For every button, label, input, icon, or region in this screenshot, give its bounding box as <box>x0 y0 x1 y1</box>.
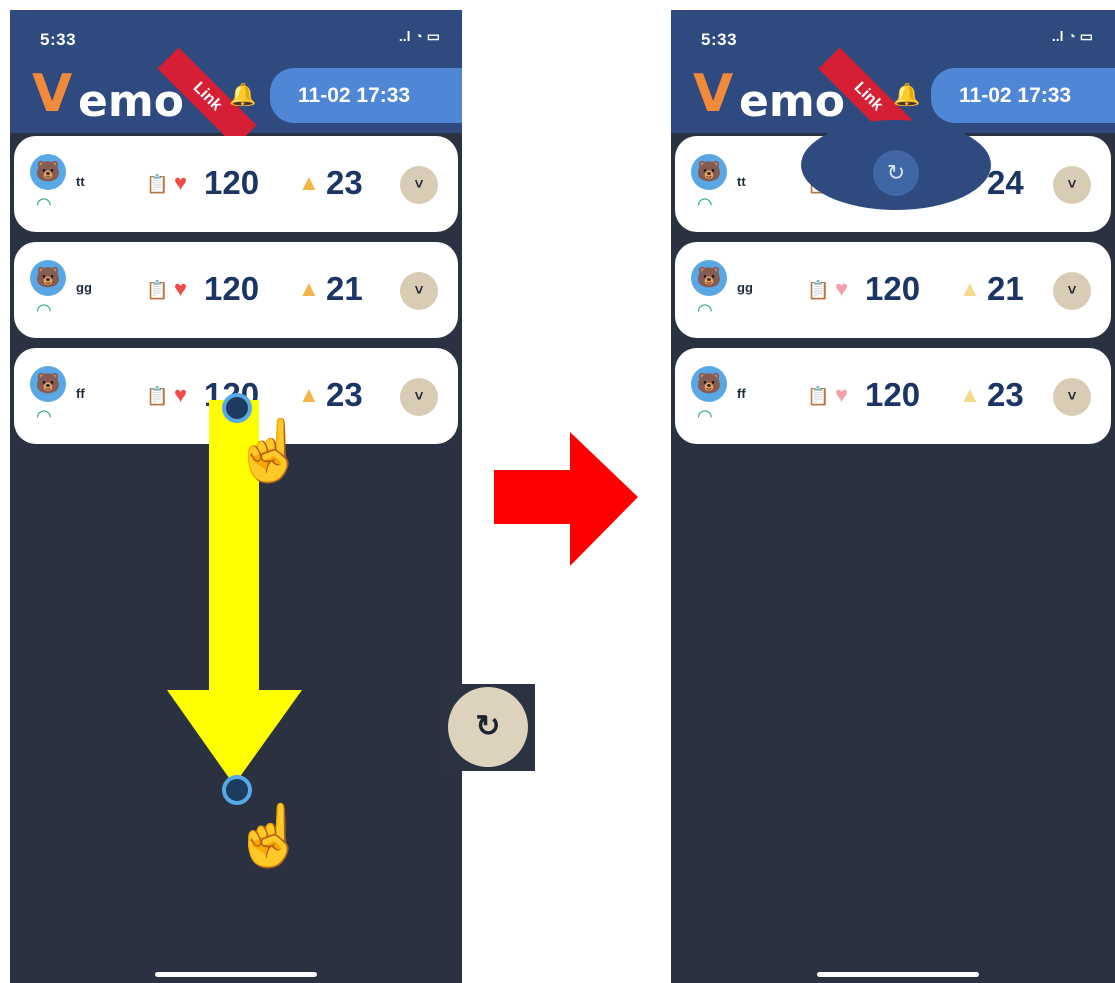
wifi-icon: ◠ <box>36 194 52 214</box>
phone-before-refresh: 5:33 ..l ◔ ▭ V emo Link 🔔 11-02 17:33 🐻 … <box>10 10 462 983</box>
patient-card[interactable]: 🐻 ◠ gg 📋 ♥ 120 ▲ 21 ˅ <box>14 242 458 338</box>
status-bar: 5:33 ..l ◔ ▭ <box>671 10 1115 58</box>
heart-rate-value: 120 <box>204 164 260 201</box>
bear-avatar-icon: 🐻 <box>30 154 66 190</box>
app-header: V emo Link 🔔 11-02 17:33 <box>10 47 462 147</box>
refresh-tile: ↻ <box>446 684 535 771</box>
heart-rate-value: 120 <box>865 376 921 413</box>
heart-rate-value: 120 <box>865 270 921 307</box>
lungs-icon: ▲ <box>959 276 981 301</box>
bear-avatar-icon: 🐻 <box>691 366 727 402</box>
expand-chevron-button[interactable]: ˅ <box>400 378 438 416</box>
heart-icon: ♥ <box>174 170 188 195</box>
status-time: 5:33 <box>40 30 77 49</box>
lungs-icon: ▲ <box>959 382 981 407</box>
resp-rate-value: 21 <box>326 270 363 307</box>
expand-chevron-button[interactable]: ˅ <box>1053 272 1091 310</box>
heart-icon: ♥ <box>174 276 188 301</box>
wifi-icon: ◠ <box>36 300 52 320</box>
wifi-icon: ◠ <box>697 194 713 214</box>
resp-rate-value: 23 <box>987 376 1024 413</box>
patient-card[interactable]: 🐻 ◠ ff 📋 ♥ 120 ▲ 23 ˅ <box>675 348 1111 444</box>
patient-name: gg <box>737 280 753 295</box>
bear-avatar-icon: 🐻 <box>30 366 66 402</box>
home-indicator <box>155 972 317 977</box>
expand-chevron-button[interactable]: ˅ <box>1053 378 1091 416</box>
status-bar: 5:33 ..l ◔ ▭ <box>10 10 462 58</box>
patient-card[interactable]: 🐻 ◠ gg 📋 ♥ 120 ▲ 21 ˅ <box>675 242 1111 338</box>
resp-rate-value: 23 <box>326 376 363 413</box>
clipboard-heart-icon[interactable]: 📋 <box>807 386 829 407</box>
resp-rate-value: 23 <box>326 164 363 201</box>
heart-rate-value: 120 <box>204 270 260 307</box>
expand-chevron-button[interactable]: ˅ <box>1053 166 1091 204</box>
loading-spinner-icon: ↻ <box>873 150 919 196</box>
patient-name: gg <box>76 280 92 295</box>
patient-card[interactable]: 🐻 ◠ tt 📋 ♥ 120 ▲ 23 ˅ <box>14 136 458 232</box>
resp-rate-value: 24 <box>987 164 1024 201</box>
heart-icon: ♥ <box>835 382 849 407</box>
bear-avatar-icon: 🐻 <box>30 260 66 296</box>
bear-avatar-icon: 🐻 <box>691 260 727 296</box>
bear-avatar-icon: 🐻 <box>691 154 727 190</box>
phone-after-refresh: 5:33 ..l ◔ ▭ V emo Link 🔔 11-02 17:33 🐻 … <box>671 10 1115 983</box>
bell-icon[interactable]: 🔔 <box>893 82 920 108</box>
patient-name: tt <box>737 174 746 189</box>
resp-rate-value: 21 <box>987 270 1024 307</box>
lungs-icon: ▲ <box>298 276 320 301</box>
refresh-icon[interactable]: ↻ <box>448 687 528 767</box>
patient-name: tt <box>76 174 85 189</box>
clipboard-heart-icon[interactable]: 📋 <box>146 174 168 195</box>
signal-wifi-battery-icon: ..l ◔ ▭ <box>1051 28 1093 44</box>
status-time: 5:33 <box>701 30 738 49</box>
home-indicator <box>817 972 979 977</box>
wifi-icon: ◠ <box>697 300 713 320</box>
datetime-display: 11-02 17:33 <box>931 68 1115 123</box>
patient-name: ff <box>737 386 746 401</box>
pointing-hand-icon: ☝ <box>232 417 307 484</box>
transition-arrow-icon <box>494 432 638 566</box>
clipboard-heart-icon[interactable]: 📋 <box>807 280 829 301</box>
wifi-icon: ◠ <box>697 406 713 426</box>
datetime-display: 11-02 17:33 <box>270 68 462 123</box>
bell-icon[interactable]: 🔔 <box>229 82 256 108</box>
clipboard-heart-icon[interactable]: 📋 <box>146 280 168 301</box>
wifi-icon: ◠ <box>36 406 52 426</box>
lungs-icon: ▲ <box>298 170 320 195</box>
patient-name: ff <box>76 386 85 401</box>
expand-chevron-button[interactable]: ˅ <box>400 166 438 204</box>
heart-icon: ♥ <box>835 276 849 301</box>
expand-chevron-button[interactable]: ˅ <box>400 272 438 310</box>
signal-wifi-battery-icon: ..l ◔ ▭ <box>398 28 440 44</box>
pointing-hand-icon: ☝ <box>232 802 307 869</box>
clipboard-heart-icon[interactable]: 📋 <box>146 386 168 407</box>
